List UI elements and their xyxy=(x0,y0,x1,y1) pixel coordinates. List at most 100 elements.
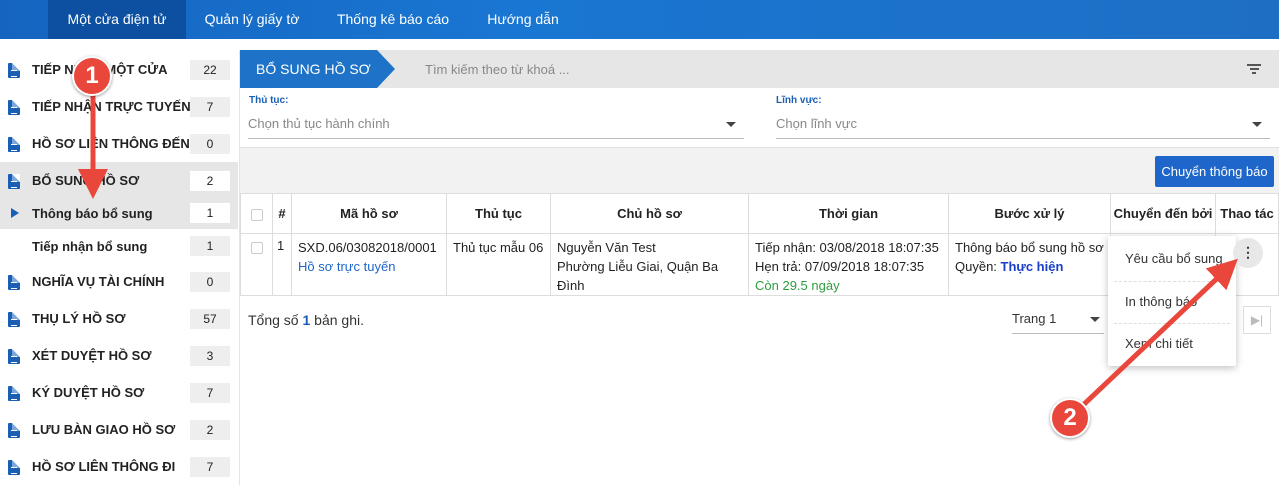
sidebar-item-tiep-nhan-mot-cua[interactable]: TIẾP NHẬN MỘT CỬA 22 xyxy=(0,51,238,88)
tab-quan-ly-giay-to[interactable]: Quản lý giấy tờ xyxy=(192,0,312,39)
sidebar-item-bo-sung-ho-so[interactable]: BỔ SUNG HỒ SƠ 2 xyxy=(0,162,238,199)
procedure-select-value: Chọn thủ tục hành chính xyxy=(248,116,390,131)
procedure-select[interactable]: Chọn thủ tục hành chính xyxy=(248,111,744,139)
count-badge: 7 xyxy=(190,97,230,117)
play-arrow-icon xyxy=(11,208,19,218)
row-code-cell: SXD.06/03082018/0001 Hồ sơ trực tuyến xyxy=(291,234,446,296)
count-badge: 3 xyxy=(190,346,230,366)
more-actions-button[interactable]: ⋮ xyxy=(1233,238,1263,268)
document-icon xyxy=(8,460,20,475)
page-select[interactable]: Trang 1 xyxy=(1012,306,1104,334)
tab-mot-cua-dien-tu[interactable]: Một cửa điện tử xyxy=(48,0,186,39)
sidebar-item-thu-ly-ho-so[interactable]: THỤ LÝ HỒ SƠ 57 xyxy=(0,300,238,337)
field-label: Lĩnh vực: xyxy=(776,95,822,106)
column-header-procedure: Thủ tục xyxy=(446,193,550,234)
row-checkbox[interactable] xyxy=(250,242,263,254)
column-header-actions: Thao tác xyxy=(1215,193,1279,234)
document-icon xyxy=(8,174,20,189)
owner-name: Nguyễn Văn Test xyxy=(557,240,656,255)
sidebar-item-label: HỒ SƠ LIÊN THÔNG ĐI xyxy=(32,459,176,474)
row-owner-cell: Nguyễn Văn Test Phường Liễu Giai, Quận B… xyxy=(550,234,748,296)
column-header-step: Bước xử lý xyxy=(948,193,1110,234)
page-select-value: Trang 1 xyxy=(1012,311,1057,326)
tab-huong-dan[interactable]: Hướng dẫn xyxy=(474,0,572,39)
count-badge: 57 xyxy=(190,309,230,329)
annotation-badge-1: 1 xyxy=(72,56,112,96)
total-suffix: bản ghi. xyxy=(314,312,364,328)
menu-item-request-supplement[interactable]: Yêu cầu bổ sung xyxy=(1108,238,1236,280)
field-select-value: Chọn lĩnh vực xyxy=(776,116,857,131)
chevron-down-icon xyxy=(726,122,736,127)
row-index: 1 xyxy=(272,234,291,296)
column-header-code: Mã hồ sơ xyxy=(291,193,446,234)
annotation-badge-2: 2 xyxy=(1050,398,1090,438)
top-navigation-bar: Một cửa điện tử Quản lý giấy tờ Thống kê… xyxy=(0,0,1279,39)
column-header-owner: Chủ hồ sơ xyxy=(550,193,748,234)
document-icon xyxy=(8,386,20,401)
total-prefix: Tổng số xyxy=(248,312,299,328)
document-icon xyxy=(8,63,20,78)
sidebar-item-nghia-vu-tai-chinh[interactable]: NGHĨA VỤ TÀI CHÍNH 0 xyxy=(0,263,238,300)
search-input[interactable]: Tìm kiếm theo từ khoá ... xyxy=(425,62,570,77)
menu-item-print-notice[interactable]: In thông báo xyxy=(1108,281,1236,323)
chevron-down-icon xyxy=(1090,317,1100,322)
sidebar-item-label: XÉT DUYỆT HỒ SƠ xyxy=(32,348,152,363)
sidebar-item-tiep-nhan-truc-tuyen[interactable]: TIẾP NHẬN TRỰC TUYẾN 7 xyxy=(0,88,238,125)
document-icon xyxy=(8,312,20,327)
vertical-ellipsis-icon: ⋮ xyxy=(1241,244,1255,260)
document-icon xyxy=(8,137,20,152)
sidebar-item-label: Thông báo bổ sung xyxy=(32,206,153,221)
sidebar-item-xet-duyet-ho-so[interactable]: XÉT DUYỆT HỒ SƠ 3 xyxy=(0,337,238,374)
last-page-button[interactable]: ▶| xyxy=(1243,306,1271,334)
count-badge: 2 xyxy=(190,171,230,191)
menu-item-view-detail[interactable]: Xem chi tiết xyxy=(1108,323,1236,365)
total-records: Tổng số 1 bản ghi. xyxy=(248,312,364,328)
sidebar-item-ho-so-lien-thong-di[interactable]: HỒ SƠ LIÊN THÔNG ĐI 7 xyxy=(0,448,238,485)
row-select-cell xyxy=(240,234,272,296)
column-header-time: Thời gian xyxy=(748,193,948,234)
process-step: Thông báo bổ sung hồ sơ xyxy=(955,240,1104,255)
chevron-down-icon xyxy=(1252,122,1262,127)
sidebar-item-ho-so-lien-thong-den[interactable]: HỒ SƠ LIÊN THÔNG ĐẾN 0 xyxy=(0,125,238,162)
sidebar-item-label: LƯU BÀN GIAO HỒ SƠ xyxy=(32,422,176,437)
count-badge: 0 xyxy=(190,134,230,154)
sidebar-item-label: THỤ LÝ HỒ SƠ xyxy=(32,311,126,326)
row-context-menu: Yêu cầu bổ sung In thông báo Xem chi tiế… xyxy=(1108,236,1236,366)
permission-label: Quyền: xyxy=(955,259,997,274)
due-time: Hẹn trả: 07/09/2018 18:07:35 xyxy=(755,259,925,274)
document-icon xyxy=(8,100,20,115)
count-badge: 2 xyxy=(190,420,230,440)
filter-icon[interactable] xyxy=(1247,64,1261,74)
count-badge: 22 xyxy=(190,60,230,80)
permission-value: Thực hiện xyxy=(1000,259,1064,274)
count-badge: 1 xyxy=(190,203,230,223)
record-source-link[interactable]: Hồ sơ trực tuyến xyxy=(298,257,440,276)
remaining-days: Còn 29.5 ngày xyxy=(755,278,840,293)
column-header-index: # xyxy=(272,193,291,234)
row-time-cell: Tiếp nhận: 03/08/2018 18:07:35 Hẹn trả: … xyxy=(748,234,948,296)
document-icon xyxy=(8,423,20,438)
select-all-header xyxy=(240,193,272,234)
total-count: 1 xyxy=(302,312,311,328)
sidebar: TIẾP NHẬN MỘT CỬA 22 TIẾP NHẬN TRỰC TUYẾ… xyxy=(0,50,240,485)
content-header: BỔ SUNG HỒ SƠ Tìm kiếm theo từ khoá ... xyxy=(240,50,1279,88)
sidebar-item-label: TIẾP NHẬN TRỰC TUYẾN xyxy=(32,99,191,114)
count-badge: 0 xyxy=(190,272,230,292)
sidebar-item-ky-duyet-ho-so[interactable]: KÝ DUYỆT HỒ SƠ 7 xyxy=(0,374,238,411)
document-icon xyxy=(8,275,20,290)
sidebar-subitem-thong-bao-bo-sung[interactable]: Thông báo bổ sung 1 xyxy=(0,197,238,229)
forward-notice-button[interactable]: Chuyển thông báo xyxy=(1155,156,1274,187)
count-badge: 1 xyxy=(190,236,230,256)
document-icon xyxy=(8,349,20,364)
record-code: SXD.06/03082018/0001 xyxy=(298,240,437,255)
count-badge: 7 xyxy=(190,457,230,477)
sidebar-subitem-tiep-nhan-bo-sung[interactable]: Tiếp nhận bổ sung 1 xyxy=(0,230,238,262)
field-select[interactable]: Chọn lĩnh vực xyxy=(776,111,1270,139)
tab-thong-ke-bao-cao[interactable]: Thống kê báo cáo xyxy=(326,0,460,39)
select-all-checkbox[interactable] xyxy=(250,208,263,221)
sidebar-item-label: KÝ DUYỆT HỒ SƠ xyxy=(32,385,145,400)
sidebar-item-label: HỒ SƠ LIÊN THÔNG ĐẾN xyxy=(32,136,190,151)
count-badge: 7 xyxy=(190,383,230,403)
sidebar-item-label: BỔ SUNG HỒ SƠ xyxy=(32,173,140,188)
sidebar-item-luu-ban-giao-ho-so[interactable]: LƯU BÀN GIAO HỒ SƠ 2 xyxy=(0,411,238,448)
